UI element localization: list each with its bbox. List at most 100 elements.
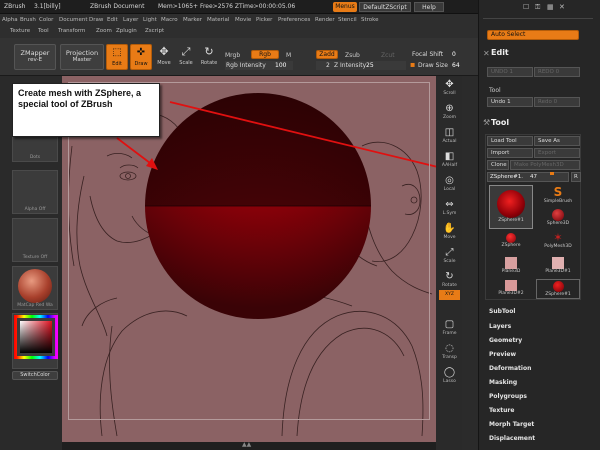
tool-zsphere1[interactable]: ZSphere#1 [536, 279, 580, 299]
menu-brush[interactable]: Brush [20, 17, 36, 23]
zsub-button[interactable]: Zsub [345, 52, 360, 59]
subpalette-texture[interactable]: Texture [489, 407, 514, 414]
menu-material[interactable]: Material [207, 17, 229, 23]
edit-palette-header[interactable]: Edit [491, 48, 509, 57]
menu-stroke[interactable]: Stroke [361, 17, 379, 23]
export-button[interactable]: Export [534, 148, 580, 158]
tool-simplebrush[interactable]: S SimpleBrush [536, 185, 580, 207]
menu-stencil[interactable]: Stencil [338, 17, 357, 23]
tool-zsphere1-active[interactable]: ZSphere#1 [489, 185, 533, 229]
alpha-button[interactable]: Alpha Off [12, 170, 58, 214]
menu-alpha[interactable]: Alpha [2, 17, 18, 23]
menu-transform[interactable]: Transform [58, 28, 85, 34]
lsym-button[interactable]: ⇔ L.Sym [439, 198, 460, 219]
tool-sphere3d[interactable]: Sphere3D [536, 208, 580, 230]
clone-button[interactable]: Clone [487, 160, 509, 170]
aahalf-button[interactable]: ◧ AAHalf [439, 150, 460, 171]
draw-size-slider[interactable]: ▪ Draw Size 64 [410, 60, 476, 70]
tool-plane3d2[interactable]: Plane3D#2 [489, 279, 533, 299]
mrgb-button[interactable]: Mrgb [225, 52, 240, 59]
rgb-intensity-slider[interactable]: Rgb Intensity 100 [225, 61, 293, 70]
subpalette-geometry[interactable]: Geometry [489, 337, 522, 344]
current-tool-slider[interactable]: ZSphere#1. 47 [487, 172, 569, 182]
switch-color-button[interactable]: SwitchColor [12, 371, 58, 380]
lock-icon[interactable]: ⚿ [535, 3, 540, 12]
bottom-tray-handle[interactable]: ▲▲ [62, 441, 436, 450]
transp-button[interactable]: ◌ Transp [439, 342, 460, 363]
make-polymesh-button[interactable]: Make PolyMesh3D [510, 160, 580, 170]
rotate-view-button[interactable]: ↻ Rotate [439, 270, 460, 291]
tool-zsphere[interactable]: ZSphere [489, 232, 533, 254]
zadd-button[interactable]: Zadd [316, 50, 338, 59]
load-tool-button[interactable]: Load Tool [487, 136, 533, 146]
subpalette-deformation[interactable]: Deformation [489, 365, 531, 372]
menus-button[interactable]: Menus [333, 2, 357, 12]
rgb-button[interactable]: Rgb [251, 50, 279, 59]
frame-button[interactable]: ▢ Frame [439, 318, 460, 339]
z-intensity-slider[interactable]: 2 Z Intensity 25 [316, 61, 406, 70]
menu-light[interactable]: Light [143, 17, 157, 23]
auto-select-button[interactable]: Auto Select [487, 30, 579, 40]
scroll-button[interactable]: ✥ Scroll [439, 78, 460, 99]
move-mode-button[interactable]: ✥ Move [154, 44, 174, 70]
menu-movie[interactable]: Movie [235, 17, 251, 23]
projection-master-button[interactable]: Projection Master [60, 44, 104, 70]
scale-mode-button[interactable]: ⤢ Scale [176, 44, 196, 70]
zmapper-button[interactable]: ZMapper rev-E [14, 44, 56, 70]
menu-document[interactable]: Document [59, 17, 88, 23]
move-view-button[interactable]: ✋ Move [439, 222, 460, 243]
subpalette-preview[interactable]: Preview [489, 351, 516, 358]
hue-ring[interactable] [14, 315, 58, 359]
import-button[interactable]: Import [487, 148, 533, 158]
undo-top-button[interactable]: UNDO 1 [487, 67, 533, 77]
tool-plane3d1[interactable]: Plane3D#1 [536, 256, 580, 278]
subpalette-morph-target[interactable]: Morph Target [489, 421, 534, 428]
menu-render[interactable]: Render [315, 17, 335, 23]
help-button[interactable]: Help [414, 2, 444, 12]
r-button[interactable]: R [571, 172, 581, 182]
menu-macro[interactable]: Macro [161, 17, 178, 23]
texture-button[interactable]: Texture Off [12, 218, 58, 262]
menu-texture[interactable]: Texture [10, 28, 30, 34]
menu-draw[interactable]: Draw [89, 17, 103, 23]
slider-knob[interactable] [550, 172, 554, 175]
subpalette-displacement[interactable]: Displacement [489, 435, 535, 442]
redo-top-button[interactable]: REDO 0 [534, 67, 580, 77]
subpalette-layers[interactable]: Layers [489, 323, 511, 330]
subpalette-polygroups[interactable]: Polygroups [489, 393, 527, 400]
tool-polymesh3d[interactable]: ✶ PolyMesh3D [536, 232, 580, 254]
tool-palette-header[interactable]: Tool [491, 118, 509, 127]
scale-view-button[interactable]: ⤢ Scale [439, 246, 460, 267]
menu-tool[interactable]: Tool [38, 28, 49, 34]
material-button[interactable]: MatCap Red Wa [12, 266, 58, 310]
zcut-button[interactable]: Zcut [381, 52, 395, 59]
color-picker[interactable] [12, 313, 58, 369]
rotate-mode-button[interactable]: ↻ Rotate [199, 44, 219, 70]
menu-edit[interactable]: Edit [107, 17, 118, 23]
undo-button[interactable]: Undo 1 [487, 97, 533, 107]
grid-icon[interactable]: ▦ [547, 3, 554, 11]
menu-zscript[interactable]: Zscript [145, 28, 164, 34]
hand-icon[interactable]: ☐ [523, 3, 529, 11]
edit-mode-button[interactable]: ⬚ Edit [106, 44, 128, 70]
lasso-button[interactable]: ◯ Lasso [439, 366, 460, 387]
xyz-button[interactable]: XYZ [439, 290, 460, 300]
default-zscript-button[interactable]: DefaultZScript [359, 2, 411, 12]
local-button[interactable]: ◎ Local [439, 174, 460, 195]
subpalette-subtool[interactable]: SubTool [489, 308, 515, 315]
menu-marker[interactable]: Marker [183, 17, 202, 23]
close-icon[interactable]: ✕ [559, 3, 565, 11]
draw-mode-button[interactable]: ✜ Draw [130, 44, 152, 70]
tool-plane3d[interactable]: Plane3D [489, 256, 533, 278]
menu-preferences[interactable]: Preferences [278, 17, 310, 23]
menu-picker[interactable]: Picker [256, 17, 272, 23]
focal-shift-slider[interactable]: Focal Shift 0 [412, 50, 476, 59]
zoom-button[interactable]: ⊕ Zoom [439, 102, 460, 123]
menu-zoom[interactable]: Zoom [96, 28, 112, 34]
actual-button[interactable]: ◫ Actual [439, 126, 460, 147]
redo-button[interactable]: Redo 0 [534, 97, 580, 107]
menu-layer[interactable]: Layer [123, 17, 138, 23]
menu-color[interactable]: Color [39, 17, 53, 23]
m-button[interactable]: M [286, 52, 291, 59]
save-as-button[interactable]: Save As [534, 136, 580, 146]
